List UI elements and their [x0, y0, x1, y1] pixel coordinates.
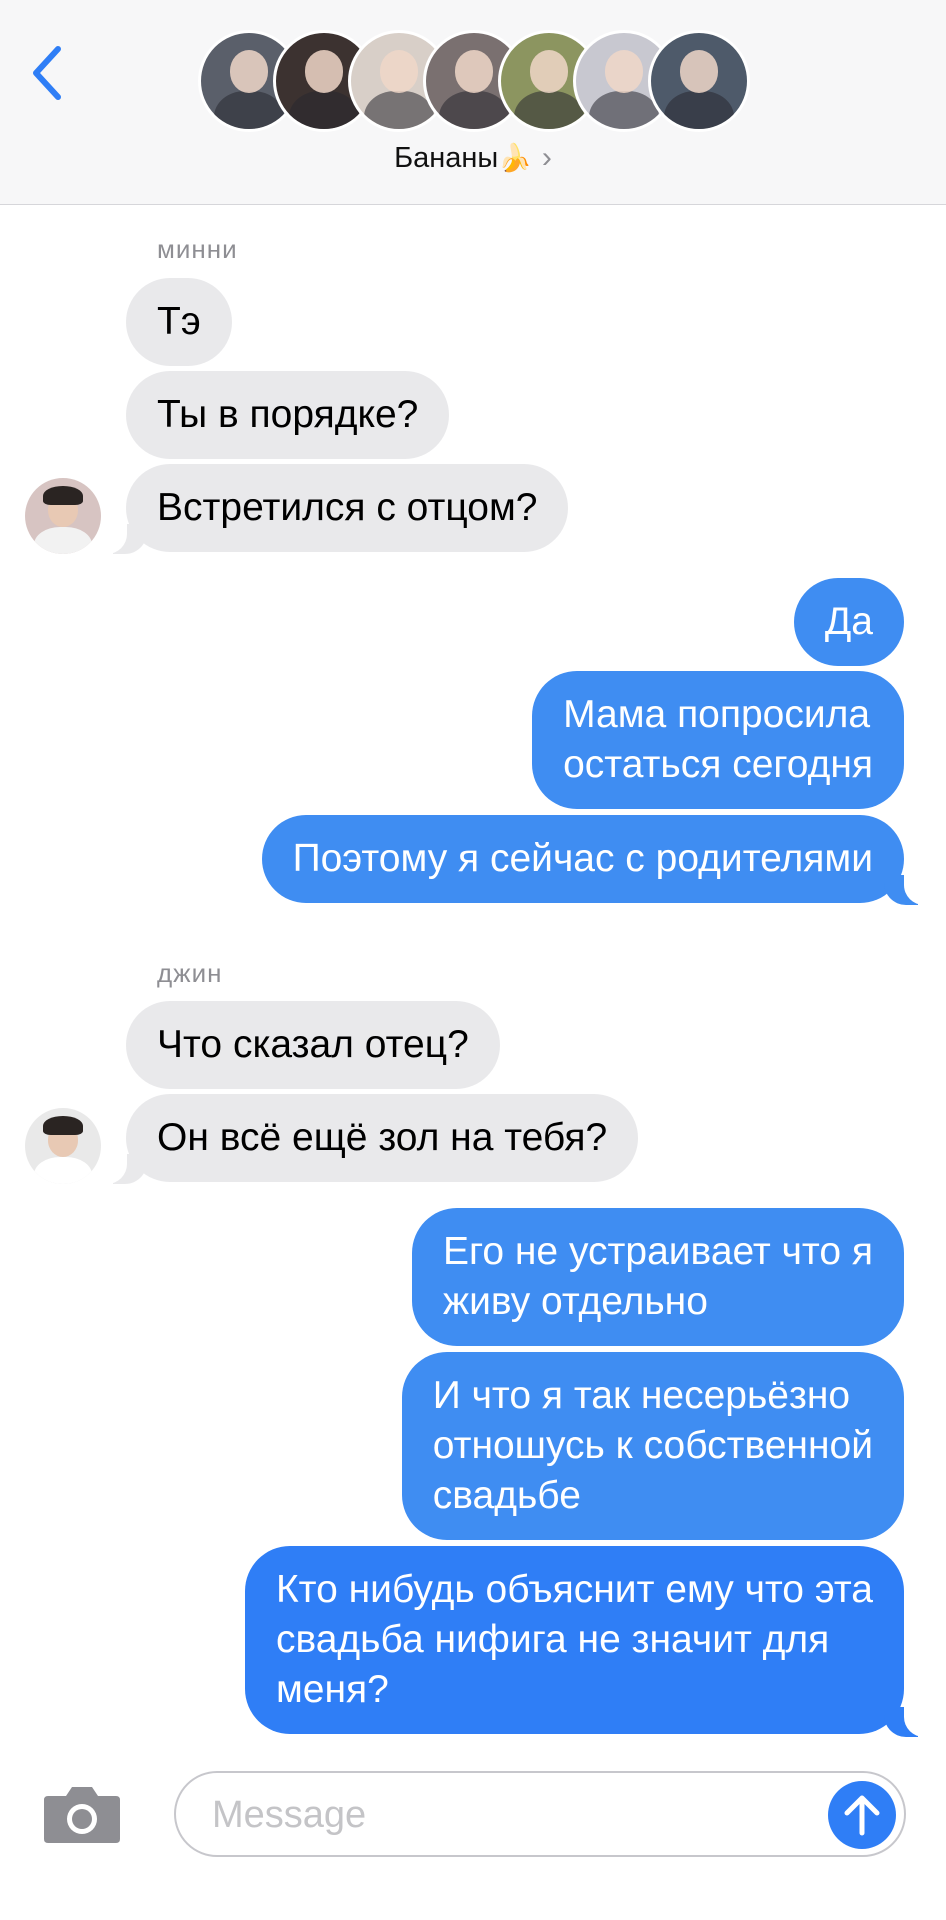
message-bubble-outgoing[interactable]: Мама попросила остаться сегодня — [532, 671, 904, 809]
arrow-up-icon — [844, 1795, 880, 1836]
bubble-tail — [99, 1148, 147, 1184]
camera-icon — [44, 1787, 120, 1843]
message-bubble-incoming[interactable]: Ты в порядке? — [126, 371, 450, 459]
message-bubble-outgoing[interactable]: И что я так несерьёзно отношусь к собств… — [401, 1352, 904, 1540]
camera-button[interactable] — [42, 1782, 122, 1844]
message-bubble-outgoing[interactable]: Кто нибудь объяснит ему что эта свадьба … — [244, 1546, 904, 1734]
bubble-tail — [884, 1701, 932, 1737]
message-bubble-incoming[interactable]: Встретился с отцом? — [126, 464, 569, 552]
group-name-text: Бананы — [394, 142, 499, 174]
banana-emoji: 🍌 — [498, 143, 532, 173]
chevron-left-icon — [33, 46, 61, 100]
message-bubble-incoming[interactable]: Он всё ещё зол на тебя? — [126, 1094, 639, 1182]
message-bubble-incoming[interactable]: Тэ — [126, 278, 232, 366]
message-bubble-outgoing[interactable]: Его не устраивает что я живу отдельно — [411, 1208, 904, 1346]
bubble-tail — [884, 869, 932, 905]
group-title[interactable]: Бананы🍌 › — [0, 141, 946, 175]
sender-name: джин — [157, 958, 223, 988]
chat-header: Бананы🍌 › — [0, 0, 946, 205]
sender-name: минни — [157, 234, 238, 264]
chevron-right-icon: › — [541, 141, 552, 174]
message-input[interactable] — [210, 1787, 784, 1843]
sender-avatar[interactable] — [25, 1108, 101, 1184]
message-bubble-outgoing[interactable]: Да — [793, 578, 904, 666]
participant-avatars[interactable] — [198, 30, 750, 132]
bubble-tail — [99, 518, 147, 554]
participant-avatar — [648, 30, 750, 132]
sender-avatar[interactable] — [25, 478, 101, 554]
message-bubble-outgoing[interactable]: Поэтому я сейчас с родителями — [261, 815, 904, 903]
message-bubble-incoming[interactable]: Что сказал отец? — [126, 1001, 500, 1089]
back-button[interactable] — [22, 38, 72, 108]
send-button[interactable] — [828, 1781, 896, 1849]
message-field[interactable] — [174, 1771, 906, 1857]
